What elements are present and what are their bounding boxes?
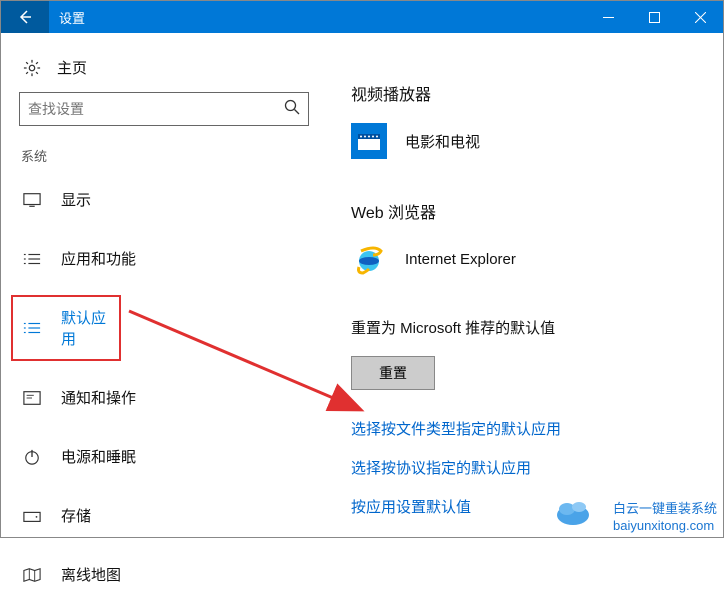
- nav-label: 默认应用: [61, 307, 113, 349]
- nav-label: 离线地图: [61, 564, 121, 585]
- video-app-name: 电影和电视: [405, 131, 480, 152]
- watermark-line1: 白云一键重装系统: [613, 501, 717, 518]
- content-pane: 视频播放器 电影和电视 Web 浏览器 Internet Explorer 重置…: [321, 33, 723, 537]
- default-apps-icon: [23, 320, 41, 336]
- nav-label: 应用和功能: [61, 248, 136, 269]
- nav-label: 存储: [61, 505, 91, 526]
- video-player-app[interactable]: 电影和电视: [351, 123, 723, 159]
- category-label: 系统: [19, 140, 321, 177]
- link-by-file-type[interactable]: 选择按文件类型指定的默认应用: [351, 418, 723, 439]
- back-arrow-icon: [17, 9, 33, 25]
- ie-icon: [351, 241, 387, 277]
- search-box[interactable]: [19, 92, 309, 126]
- video-player-title: 视频播放器: [351, 81, 723, 105]
- power-icon: [23, 449, 41, 465]
- window-title: 设置: [49, 8, 585, 27]
- reset-button-label: 重置: [379, 363, 407, 383]
- notifications-icon: [23, 390, 41, 406]
- nav-display[interactable]: 显示: [19, 177, 321, 222]
- close-button[interactable]: [677, 1, 723, 33]
- nav-label: 电源和睡眠: [61, 446, 136, 467]
- annotation-highlight: 默认应用: [11, 295, 121, 361]
- link-by-protocol[interactable]: 选择按协议指定的默认应用: [351, 457, 723, 478]
- search-input[interactable]: [28, 101, 284, 117]
- sidebar: 主页 系统 显示 应用和功能 默认应用 通知和操作: [1, 33, 321, 537]
- minimize-icon: [603, 12, 614, 23]
- nav-apps-features[interactable]: 应用和功能: [19, 236, 321, 281]
- nav-power-sleep[interactable]: 电源和睡眠: [19, 434, 321, 479]
- title-bar: 设置: [1, 1, 723, 33]
- minimize-button[interactable]: [585, 1, 631, 33]
- home-label: 主页: [57, 57, 87, 78]
- maximize-icon: [649, 12, 660, 23]
- search-icon: [284, 99, 300, 120]
- storage-icon: [23, 508, 41, 524]
- nav-notifications[interactable]: 通知和操作: [19, 375, 321, 420]
- nav-default-apps[interactable]: 默认应用: [15, 299, 117, 357]
- display-icon: [23, 192, 41, 208]
- web-browser-app[interactable]: Internet Explorer: [351, 241, 723, 277]
- nav-label: 显示: [61, 189, 91, 210]
- watermark-line2: baiyunxitong.com: [613, 518, 717, 535]
- nav-label: 通知和操作: [61, 387, 136, 408]
- reset-title: 重置为 Microsoft 推荐的默认值: [351, 317, 723, 338]
- apps-features-icon: [23, 251, 41, 267]
- watermark-text: 白云一键重装系统 baiyunxitong.com: [613, 501, 717, 535]
- watermark-logo: [553, 497, 593, 529]
- gear-icon: [23, 59, 41, 77]
- movies-tv-icon: [351, 123, 387, 159]
- home-link[interactable]: 主页: [19, 51, 321, 92]
- web-browser-title: Web 浏览器: [351, 199, 723, 223]
- web-app-name: Internet Explorer: [405, 251, 516, 268]
- maximize-button[interactable]: [631, 1, 677, 33]
- nav-offline-maps[interactable]: 离线地图: [19, 552, 321, 597]
- nav-storage[interactable]: 存储: [19, 493, 321, 538]
- reset-button[interactable]: 重置: [351, 356, 435, 390]
- map-icon: [23, 567, 41, 583]
- close-icon: [695, 12, 706, 23]
- back-button[interactable]: [1, 1, 49, 33]
- window-controls: [585, 1, 723, 33]
